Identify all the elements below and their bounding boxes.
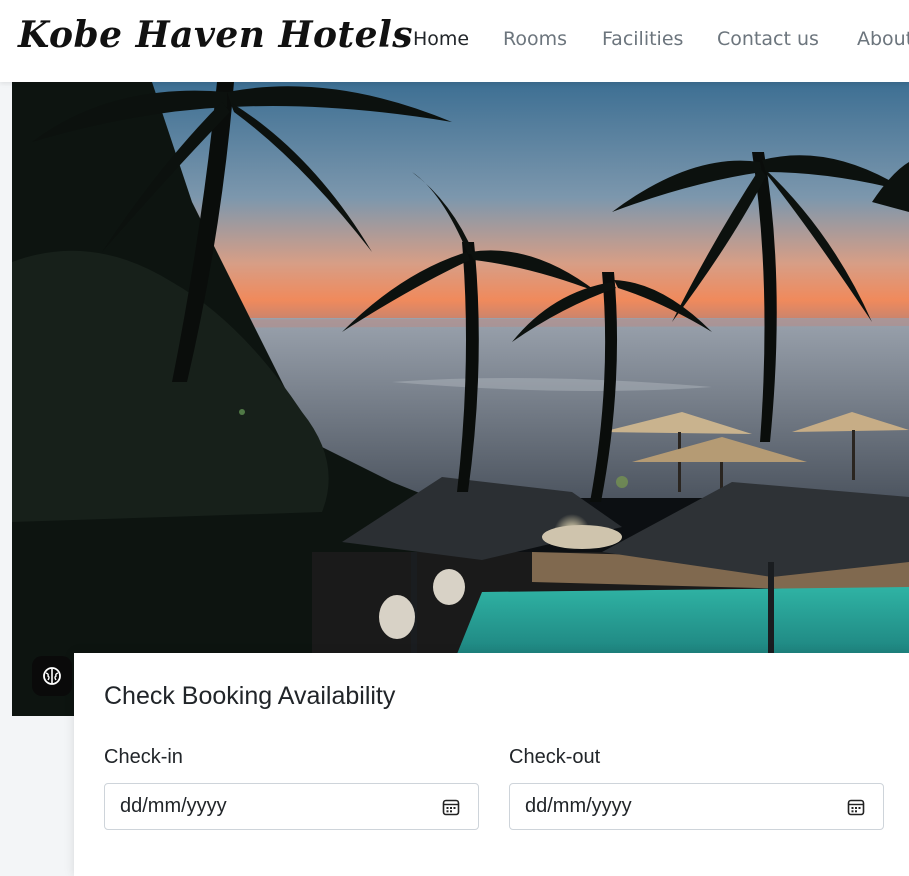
brand-logo[interactable]: Kobe Haven Hotels — [18, 14, 413, 56]
checkin-date-value: dd/mm/yyyy — [120, 795, 227, 817]
nav-link-home[interactable]: Home — [413, 28, 469, 50]
checkin-label: Check-in — [104, 746, 183, 768]
checkout-date-input[interactable]: dd/mm/yyyy — [509, 783, 884, 830]
ai-assistant-button[interactable] — [32, 656, 72, 696]
brain-icon — [43, 667, 61, 685]
nav-link-rooms[interactable]: Rooms — [503, 28, 567, 50]
booking-title: Check Booking Availability — [104, 682, 396, 710]
calendar-icon[interactable] — [847, 798, 865, 816]
nav-link-about[interactable]: About — [857, 28, 909, 50]
nav-link-facilities[interactable]: Facilities — [602, 28, 683, 50]
checkin-date-input[interactable]: dd/mm/yyyy — [104, 783, 479, 830]
booking-availability-card: Check Booking Availability Check-in dd/m… — [74, 653, 909, 876]
checkout-date-value: dd/mm/yyyy — [525, 795, 632, 817]
nav-link-contact-us[interactable]: Contact us — [717, 28, 819, 50]
top-navbar: Kobe Haven Hotels Home Rooms Facilities … — [0, 0, 909, 82]
hero-image — [12, 82, 909, 716]
checkout-label: Check-out — [509, 746, 601, 768]
tropical-sunset-pool-scene — [12, 82, 909, 716]
calendar-icon[interactable] — [442, 798, 460, 816]
